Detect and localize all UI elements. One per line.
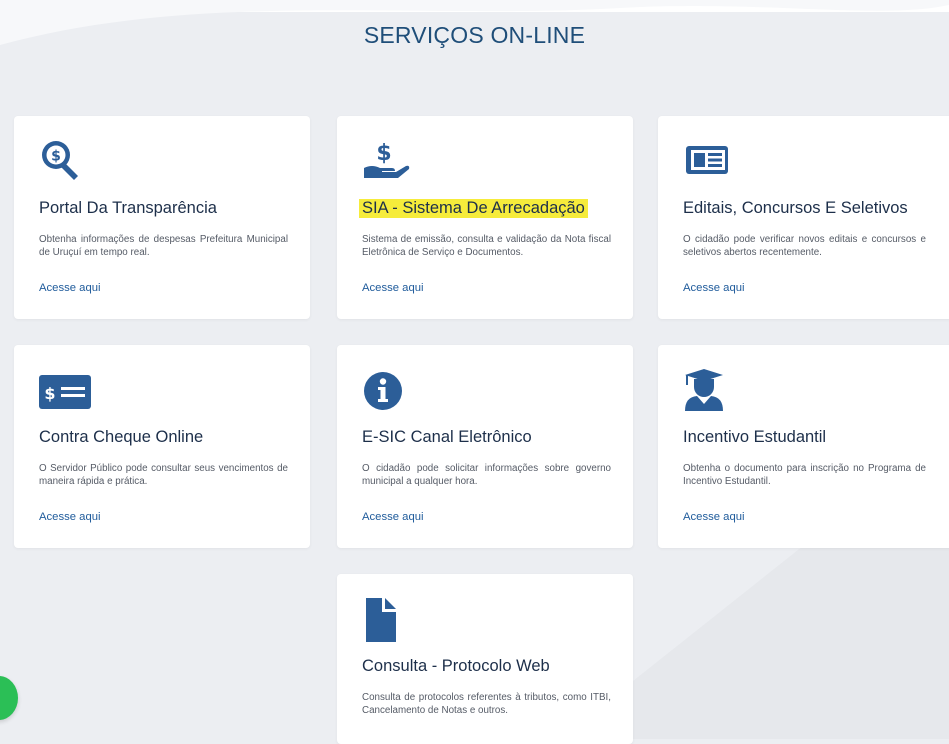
card-contra-cheque[interactable]: $ Contra Cheque Online O Servidor Públic… (14, 345, 310, 548)
card-protocolo-web[interactable]: Consulta - Protocolo Web Consulta de pro… (337, 574, 633, 744)
card-title: Portal Da Transparência (39, 199, 217, 217)
card-description: O cidadão pode verificar novos editais e… (683, 234, 926, 258)
card-portal-transparencia[interactable]: $ Portal Da Transparência Obtenha inform… (14, 116, 310, 319)
acesse-aqui-link[interactable]: Acesse aqui (683, 511, 745, 523)
card-description: O Servidor Público pode consultar seus v… (39, 463, 288, 487)
card-editais-concursos[interactable]: Editais, Concursos E Seletivos O cidadão… (658, 116, 949, 319)
card-e-sic[interactable]: E-SIC Canal Eletrônico O cidadão pode so… (337, 345, 633, 548)
card-title: E-SIC Canal Eletrônico (362, 428, 532, 446)
card-description: Consulta de protocolos referentes à trib… (362, 692, 611, 716)
card-description: O cidadão pode solicitar informações sob… (362, 463, 611, 487)
card-title: Contra Cheque Online (39, 428, 204, 446)
newspaper-icon (683, 138, 728, 182)
hand-dollar-icon: $ (362, 138, 410, 182)
card-description: Sistema de emissão, consulta e validação… (362, 234, 611, 258)
acesse-aqui-link[interactable]: Acesse aqui (39, 282, 101, 294)
acesse-aqui-link[interactable]: Acesse aqui (362, 282, 424, 294)
acesse-aqui-link[interactable]: Acesse aqui (362, 511, 424, 523)
money-check-icon: $ (39, 367, 91, 411)
file-icon (362, 596, 406, 642)
acesse-aqui-link[interactable]: Acesse aqui (683, 282, 745, 294)
acesse-aqui-link[interactable]: Acesse aqui (39, 511, 101, 523)
card-incentivo-estudantil[interactable]: Incentivo Estudantil Obtenha o documento… (658, 345, 949, 548)
info-circle-icon (362, 367, 406, 411)
svg-text:$: $ (51, 149, 61, 165)
card-title: Editais, Concursos E Seletivos (683, 199, 908, 217)
card-description: Obtenha informações de despesas Prefeitu… (39, 234, 288, 258)
graduate-icon (683, 367, 727, 411)
card-title: SIA - Sistema De Arrecadação (359, 199, 588, 218)
card-title: Consulta - Protocolo Web (362, 657, 550, 675)
card-sia-arrecadacao[interactable]: $ SIA - Sistema De Arrecadação Sistema d… (337, 116, 633, 319)
section-title: SERVIÇOS ON-LINE (363, 22, 586, 48)
magnifier-dollar-icon: $ (39, 138, 83, 182)
svg-text:$: $ (44, 384, 55, 403)
card-description: Obtenha o documento para inscrição no Pr… (683, 463, 926, 487)
card-title: Incentivo Estudantil (683, 428, 827, 446)
svg-text:$: $ (376, 141, 391, 166)
